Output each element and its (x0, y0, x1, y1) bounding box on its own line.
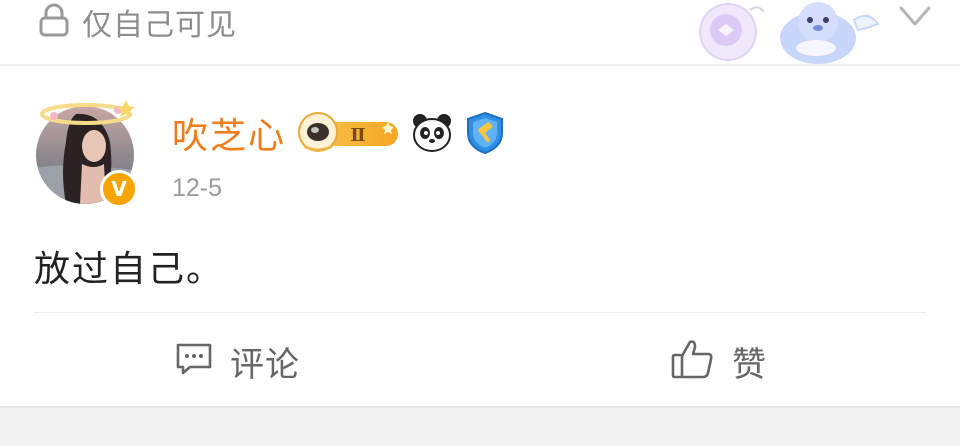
feed-gap (0, 406, 960, 446)
comment-button[interactable]: 评论 (174, 330, 300, 392)
action-divider (34, 312, 926, 313)
author-name[interactable]: 吹芝心 (172, 107, 286, 159)
chevron-down-icon[interactable] (895, 0, 935, 36)
astronaut-level-badge[interactable]: Ⅱ (296, 112, 400, 154)
panda-badge[interactable] (410, 111, 454, 155)
shield-hammer-badge[interactable] (464, 111, 506, 155)
privacy-indicator: 仅自己可见 (36, 2, 237, 43)
verified-v-icon: V (100, 170, 138, 208)
author-row: 吹芝心 Ⅱ (172, 108, 506, 158)
author-avatar[interactable]: V (34, 96, 144, 211)
post-timestamp: 12-5 (172, 174, 223, 202)
like-button[interactable]: 赞 (670, 330, 767, 392)
post-text: 放过自己。 (34, 249, 225, 290)
avatar-halo-icon (40, 100, 135, 125)
previous-post-footer: 仅自己可见 (0, 0, 960, 64)
card-separator (0, 64, 960, 66)
like-label: 赞 (732, 344, 767, 385)
lock-icon (36, 2, 72, 42)
feed-gap-border (0, 406, 960, 408)
privacy-label: 仅自己可见 (82, 8, 237, 43)
post-actions: 评论 赞 (0, 330, 960, 392)
svg-text:Ⅱ: Ⅱ (350, 125, 365, 146)
thumbs-up-icon (670, 337, 716, 385)
comment-icon (174, 340, 214, 382)
decorative-sticker-icon (690, 0, 890, 66)
comment-label: 评论 (230, 344, 300, 385)
